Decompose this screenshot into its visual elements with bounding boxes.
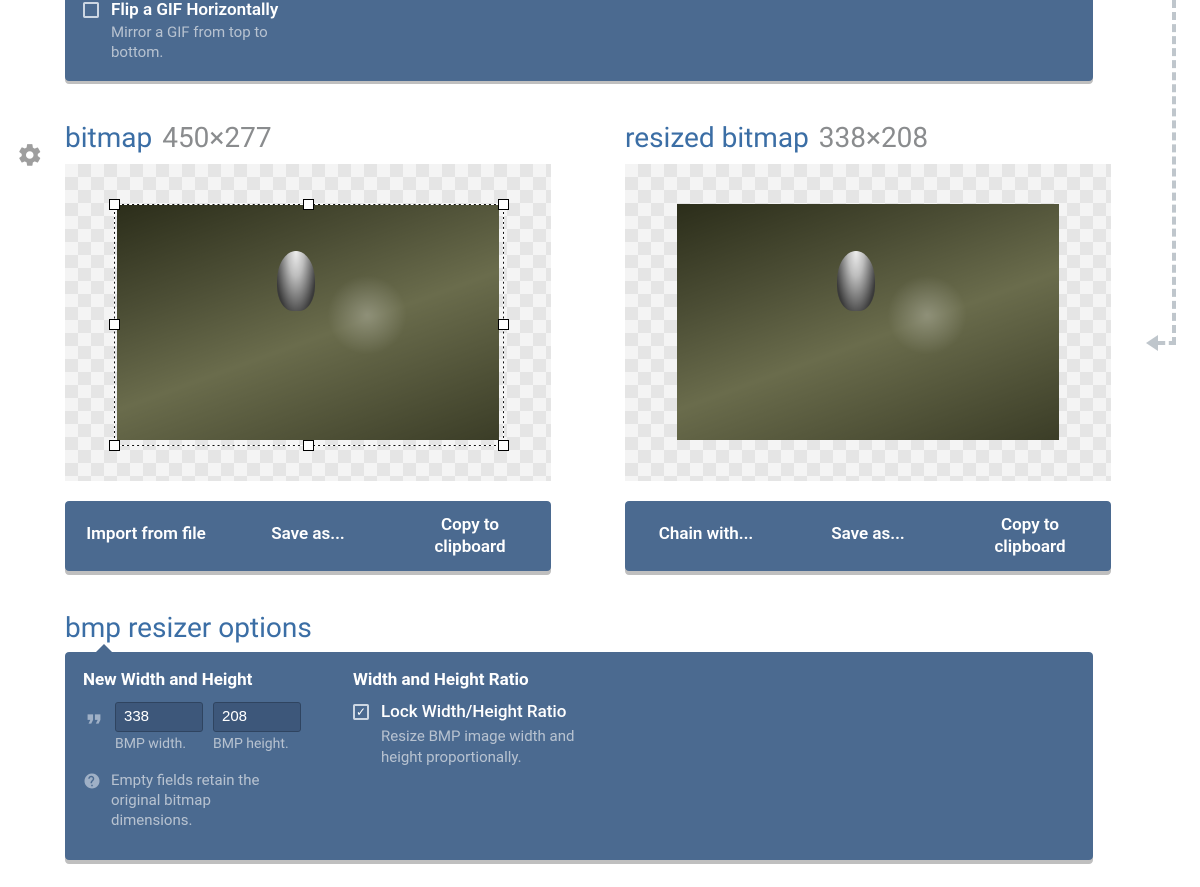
input-action-bar: Import from file Save as... Copy to clip…	[65, 501, 551, 571]
flow-arrow-icon	[1146, 335, 1158, 351]
top-option-card: Flip a GIF Horizontally Mirror a GIF fro…	[65, 0, 1093, 81]
height-input[interactable]	[213, 702, 301, 732]
height-label: BMP height.	[213, 736, 301, 752]
output-canvas[interactable]	[625, 164, 1111, 481]
input-canvas[interactable]	[65, 164, 551, 481]
copy-input-button[interactable]: Copy to clipboard	[389, 501, 551, 571]
flip-horizontal-desc: Mirror a GIF from top to bottom.	[111, 22, 271, 63]
width-label: BMP width.	[115, 736, 203, 752]
output-heading: resized bitmap 338×208	[625, 121, 1145, 154]
save-as-output-button[interactable]: Save as...	[787, 501, 949, 571]
gear-icon[interactable]	[17, 142, 43, 172]
chain-button[interactable]: Chain with...	[625, 501, 787, 571]
crop-handle-se[interactable]	[498, 440, 509, 451]
lock-ratio-desc: Resize BMP image width and height propor…	[381, 726, 581, 768]
width-height-title: New Width and Height	[83, 670, 313, 690]
crop-handle-ne[interactable]	[498, 199, 509, 210]
lock-ratio-checkbox[interactable]: ✓	[353, 704, 369, 720]
options-card: New Width and Height BMP width. BMP heig…	[65, 652, 1093, 861]
flip-horizontal-title: Flip a GIF Horizontally	[111, 0, 278, 20]
crop-selection[interactable]	[114, 204, 504, 446]
crop-handle-nw[interactable]	[109, 199, 120, 210]
crop-handle-e[interactable]	[498, 319, 509, 330]
output-dimensions: 338×208	[819, 121, 928, 154]
output-image	[677, 204, 1059, 440]
import-button[interactable]: Import from file	[65, 501, 227, 571]
output-action-bar: Chain with... Save as... Copy to clipboa…	[625, 501, 1111, 571]
options-heading: bmp resizer options	[65, 611, 1200, 644]
input-dimensions: 450×277	[162, 121, 271, 154]
empty-fields-note: Empty fields retain the original bitmap …	[111, 770, 291, 831]
crop-handle-n[interactable]	[303, 199, 314, 210]
input-heading: bitmap 450×277	[65, 121, 585, 154]
crop-handle-sw[interactable]	[109, 440, 120, 451]
ratio-title: Width and Height Ratio	[353, 670, 633, 690]
quote-icon	[83, 708, 105, 730]
save-as-input-button[interactable]: Save as...	[227, 501, 389, 571]
flip-horizontal-checkbox[interactable]	[83, 2, 99, 18]
help-icon	[83, 772, 101, 790]
copy-output-button[interactable]: Copy to clipboard	[949, 501, 1111, 571]
crop-handle-s[interactable]	[303, 440, 314, 451]
flow-connector	[1158, 0, 1176, 345]
width-input[interactable]	[115, 702, 203, 732]
lock-ratio-label: Lock Width/Height Ratio	[381, 702, 581, 722]
crop-handle-w[interactable]	[109, 319, 120, 330]
